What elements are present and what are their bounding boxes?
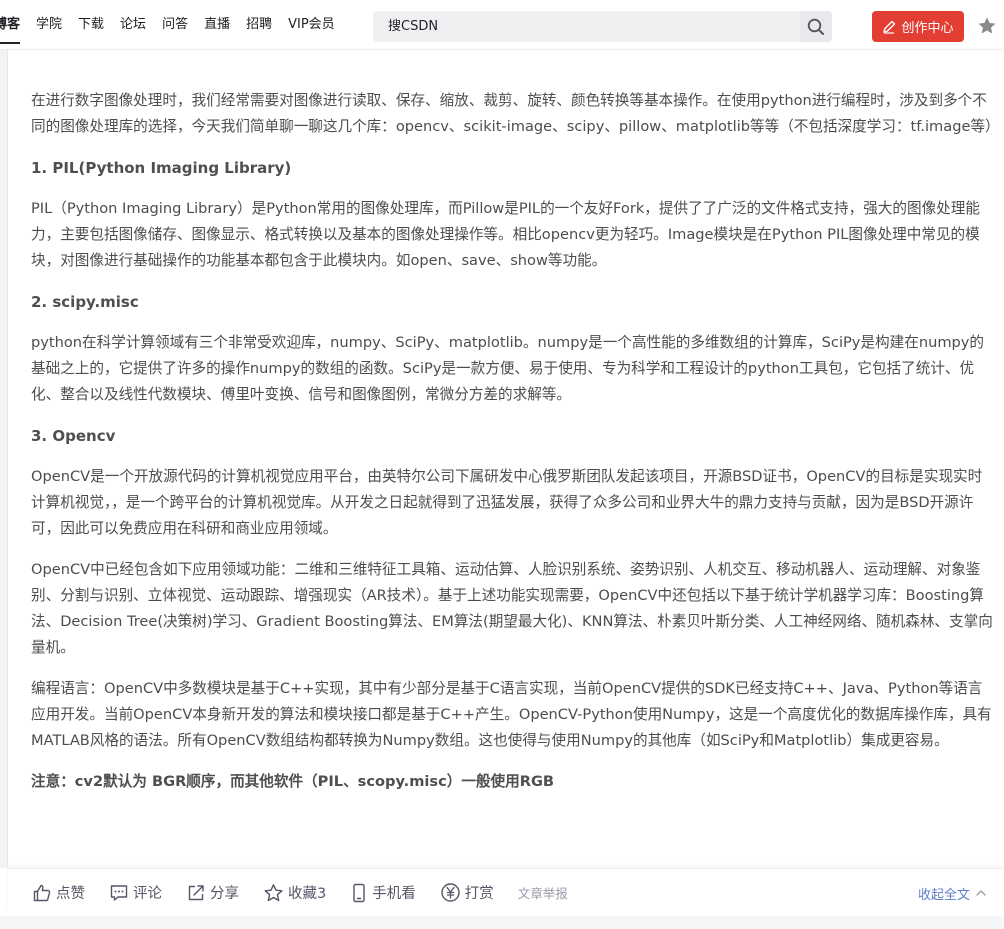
star-icon bbox=[978, 17, 996, 34]
collapse-article-button[interactable]: 收起全文 bbox=[918, 869, 986, 917]
nav-item-qa[interactable]: 问答 bbox=[162, 0, 188, 49]
scipy-paragraph: python在科学计算领域有三个非常受欢迎库，numpy、SciPy、matpl… bbox=[31, 334, 985, 403]
section-heading-pil: 1. PIL(Python Imaging Library) bbox=[31, 159, 292, 177]
page-bottom-strip bbox=[0, 916, 1004, 929]
section-heading-opencv: 3. Opencv bbox=[31, 427, 116, 445]
intro-paragraph: 在进行数字图像处理时，我们经常需要对图像进行读取、保存、缩放、裁剪、旋转、颜色转… bbox=[31, 92, 1000, 135]
mobile-view-button[interactable]: 手机看 bbox=[350, 882, 416, 903]
nav-item-live[interactable]: 直播 bbox=[204, 0, 230, 49]
article-toolbar: 点赞 评论 分享 收藏3 手机看 打赏 文章举报 收起全文 bbox=[8, 868, 1004, 916]
favorites-button[interactable] bbox=[977, 16, 997, 36]
search-box bbox=[373, 11, 832, 42]
article-body: 在进行数字图像处理时，我们经常需要对图像进行读取、保存、缩放、裁剪、旋转、颜色转… bbox=[31, 88, 1000, 810]
pil-paragraph: PIL（Python Imaging Library）是Python常用的图像处… bbox=[31, 200, 980, 269]
search-input[interactable] bbox=[373, 11, 800, 42]
phone-icon bbox=[353, 883, 365, 902]
create-center-button[interactable]: 创作中心 bbox=[872, 11, 964, 42]
nav-item-jobs[interactable]: 招聘 bbox=[246, 0, 272, 49]
nav-item-academy[interactable]: 学院 bbox=[36, 0, 62, 49]
nav-item-forum[interactable]: 论坛 bbox=[120, 0, 146, 49]
opencv-paragraph-1: OpenCV是一个开放源代码的计算机视觉应用平台，由英特尔公司下属研发中心俄罗斯… bbox=[31, 468, 983, 537]
report-link[interactable]: 文章举报 bbox=[518, 883, 568, 902]
comment-label: 评论 bbox=[133, 886, 162, 902]
nav-item-blog[interactable]: 博客 bbox=[0, 0, 21, 49]
yuan-coin-icon bbox=[441, 883, 460, 902]
thumbs-up-icon bbox=[33, 884, 51, 901]
like-button[interactable]: 点赞 bbox=[32, 882, 85, 903]
mobile-view-label: 手机看 bbox=[372, 886, 416, 902]
reward-label: 打赏 bbox=[464, 886, 494, 902]
section-heading-scipy: 2. scipy.misc bbox=[31, 293, 139, 311]
opencv-paragraph-3: 编程语言：OpenCV中多数模块是基于C++实现，其中有少部分是基于C语言实现，… bbox=[31, 680, 992, 749]
pen-icon bbox=[883, 20, 896, 34]
star-outline-icon bbox=[264, 883, 283, 901]
reward-button[interactable]: 打赏 bbox=[440, 882, 494, 903]
comment-icon bbox=[110, 884, 128, 901]
comment-button[interactable]: 评论 bbox=[109, 882, 162, 903]
search-button[interactable] bbox=[800, 11, 832, 42]
create-center-label: 创作中心 bbox=[901, 21, 954, 36]
search-icon bbox=[807, 18, 824, 35]
top-navbar: 博客 学院 下载 论坛 问答 直播 招聘 VIP会员 创作中心 bbox=[0, 0, 1004, 50]
share-button[interactable]: 分享 bbox=[186, 882, 239, 903]
collect-button[interactable]: 收藏3 bbox=[263, 882, 326, 903]
nav-item-vip[interactable]: VIP会员 bbox=[288, 0, 335, 49]
like-label: 点赞 bbox=[56, 886, 85, 902]
nav-item-download[interactable]: 下载 bbox=[78, 0, 104, 49]
share-label: 分享 bbox=[210, 886, 239, 902]
share-icon bbox=[188, 884, 204, 900]
chevron-up-icon bbox=[976, 890, 986, 896]
opencv-paragraph-2: OpenCV中已经包含如下应用领域功能：二维和三维特征工具箱、运动估算、人脸识别… bbox=[31, 561, 993, 656]
collapse-label: 收起全文 bbox=[917, 887, 970, 903]
collect-label: 收藏3 bbox=[288, 886, 327, 902]
note-paragraph: 注意：cv2默认为 BGR顺序，而其他软件（PIL、scopy.misc）一般使… bbox=[31, 773, 555, 790]
main-nav: 博客 学院 下载 论坛 问答 直播 招聘 VIP会员 bbox=[0, 0, 351, 49]
left-gutter bbox=[0, 50, 8, 868]
